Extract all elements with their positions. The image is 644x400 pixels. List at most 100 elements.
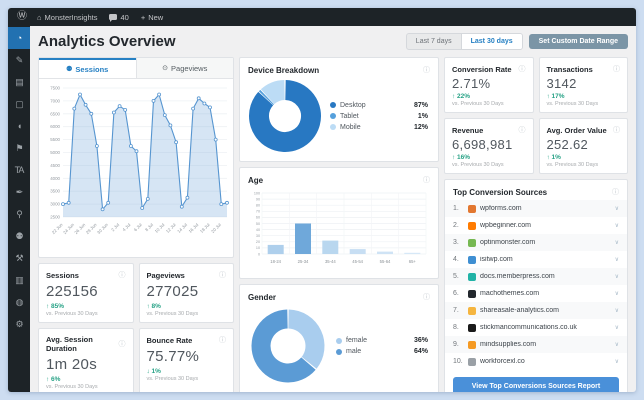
chart-tabs: ⚉ Sessions ⊙ Pageviews	[39, 58, 233, 79]
source-row-wpbeginner.com[interactable]: 2. wpbeginner.com ∨	[445, 217, 627, 234]
stat-note: vs. Previous 30 Days	[146, 311, 199, 317]
chevron-down-icon[interactable]: ∨	[615, 307, 619, 314]
users-icon: ⚉	[15, 230, 23, 241]
view-top-conversion-sources-report-button[interactable]: View Top Conversions Sources Report	[453, 377, 619, 392]
svg-text:6 Jul: 6 Jul	[133, 222, 143, 232]
chevron-down-icon[interactable]: ∨	[615, 222, 619, 229]
info-icon[interactable]: ⓘ	[613, 64, 620, 74]
info-icon[interactable]: ⓘ	[519, 64, 526, 74]
sidebar-item-users[interactable]: ⚉	[8, 225, 30, 247]
info-icon[interactable]: ⓘ	[119, 339, 126, 349]
wordpress-logo-icon[interactable]: Ⓦ	[14, 8, 30, 26]
device-donut-chart	[249, 80, 321, 152]
favicon-icon	[468, 289, 476, 298]
chevron-down-icon[interactable]: ∨	[615, 324, 619, 331]
source-row-docs.memberpress.com[interactable]: 5. docs.memberpress.com ∨	[445, 268, 627, 285]
svg-text:65+: 65+	[409, 259, 417, 264]
info-icon[interactable]: ⓘ	[423, 175, 430, 185]
sidebar-item-analytics[interactable]: ◍	[8, 291, 30, 313]
collapse-icon: ⚙	[15, 318, 23, 329]
source-row-shareasale-analytics.com[interactable]: 7. shareasale-analytics.com ∨	[445, 302, 627, 319]
source-rank: 1.	[453, 205, 459, 212]
info-icon[interactable]: ⓘ	[613, 125, 620, 135]
svg-text:35-44: 35-44	[325, 259, 336, 264]
info-icon[interactable]: ⓘ	[423, 292, 430, 302]
sidebar-item-dashboard[interactable]: ◔	[8, 27, 30, 49]
top-conversion-sources-card: Top Conversion Sources ⓘ 1. wpforms.com ∨ 2…	[444, 179, 628, 392]
info-icon[interactable]: ⓘ	[612, 187, 619, 197]
svg-text:12 Jul: 12 Jul	[165, 222, 177, 234]
chevron-down-icon[interactable]: ∨	[615, 256, 619, 263]
stat-label: Conversion Rate	[452, 64, 512, 74]
plugins-icon: ⚲	[16, 208, 23, 219]
comments-icon: ◖	[16, 121, 23, 131]
chevron-down-icon[interactable]: ∨	[615, 205, 619, 212]
new-menu[interactable]: + New	[136, 8, 168, 26]
legend-dot-icon	[336, 348, 342, 355]
tab-sessions[interactable]: ⚉ Sessions	[39, 58, 136, 78]
sidebar-item-tools[interactable]: ⚒	[8, 247, 30, 269]
stat-card-avg-session-duration: Avg. Session Duration ⓘ 1m 20s ↑ 6% vs. Prev…	[38, 328, 134, 392]
last-7-days-button[interactable]: Last 7 days	[407, 34, 461, 49]
legend-item-mobile: Mobile 12%	[330, 124, 428, 131]
sidebar-item-appearance[interactable]: ✒	[8, 181, 30, 203]
sidebar-item-feedback[interactable]: ⚑	[8, 137, 30, 159]
dashboard-icon: ◔	[16, 33, 23, 43]
sidebar-item-posts-pin[interactable]: ✎	[8, 49, 30, 71]
sidebar-item-media[interactable]: ▤	[8, 71, 30, 93]
source-rank: 3.	[453, 239, 459, 246]
info-icon[interactable]: ⓘ	[423, 65, 430, 75]
svg-text:6000: 6000	[50, 124, 60, 129]
last-30-days-button[interactable]: Last 30 days	[460, 34, 522, 49]
stat-label: Sessions	[46, 270, 79, 280]
sidebar-item-ta-plugin[interactable]: TA	[8, 159, 30, 181]
svg-text:2500: 2500	[50, 215, 60, 220]
stat-value: 75.77%	[146, 348, 200, 365]
svg-text:30 Jun: 30 Jun	[96, 222, 109, 235]
source-list: 1. wpforms.com ∨ 2. wpbeginner.com ∨ 3. optinmo…	[445, 200, 627, 370]
sidebar-item-plugins[interactable]: ⚲	[8, 203, 30, 225]
stat-value: 2.71%	[452, 76, 491, 91]
site-menu[interactable]: ⌂ MonsterInsights	[32, 8, 102, 26]
sessions-chart-card: ⚉ Sessions ⊙ Pageviews 2500 3000 3500 4000 4…	[38, 57, 234, 258]
new-label: New	[148, 12, 164, 22]
info-icon[interactable]: ⓘ	[219, 270, 226, 280]
up-arrow-icon: ↑	[452, 93, 456, 100]
source-domain: isitwp.com	[480, 256, 513, 263]
info-icon[interactable]: ⓘ	[119, 270, 126, 280]
chevron-down-icon[interactable]: ∨	[615, 358, 619, 365]
chevron-down-icon[interactable]: ∨	[615, 273, 619, 280]
up-arrow-icon: ↑	[46, 303, 50, 310]
sidebar-item-pages[interactable]: ▢	[8, 93, 30, 115]
set-custom-date-range-button[interactable]: Set Custom Date Range	[528, 34, 628, 49]
chevron-down-icon[interactable]: ∨	[615, 239, 619, 246]
info-icon[interactable]: ⓘ	[219, 335, 226, 345]
source-row-optinmonster.com[interactable]: 3. optinmonster.com ∨	[445, 234, 627, 251]
source-row-wpforms.com[interactable]: 1. wpforms.com ∨	[445, 200, 627, 217]
sidebar-item-settings[interactable]: ▥	[8, 269, 30, 291]
sidebar-item-comments[interactable]: ◖	[8, 115, 30, 137]
source-row-stickmancommunications.co.uk[interactable]: 8. stickmancommunications.co.uk ∨	[445, 319, 627, 336]
source-row-workforcexl.co[interactable]: 10. workforcexl.co ∨	[445, 353, 627, 370]
chevron-down-icon[interactable]: ∨	[615, 341, 619, 348]
tab-pageviews[interactable]: ⊙ Pageviews	[135, 58, 233, 78]
svg-text:70: 70	[256, 210, 260, 214]
legend-item-tablet: Tablet 1%	[330, 113, 428, 120]
home-icon: ⌂	[37, 12, 42, 22]
source-row-machothemes.com[interactable]: 6. machothemes.com ∨	[445, 285, 627, 302]
gender-legend: female 36% male 64%	[336, 337, 428, 355]
svg-text:18-24: 18-24	[270, 259, 281, 264]
info-icon[interactable]: ⓘ	[519, 125, 526, 135]
source-row-mindsupplies.com[interactable]: 9. mindsupplies.com ∨	[445, 336, 627, 353]
stat-card-conversion-rate: Conversion Rate ⓘ 2.71% ↑ 22% vs. Previous 3…	[444, 57, 534, 113]
top-conversion-sources-title: Top Conversion Sources	[453, 187, 548, 197]
svg-text:25-34: 25-34	[298, 259, 309, 264]
comments-menu[interactable]: 40	[104, 8, 133, 26]
eye-icon: ⊙	[162, 65, 169, 72]
device-legend: Desktop 87% Tablet 1% Mobile 12%	[330, 102, 428, 131]
stat-label: Transactions	[546, 64, 593, 74]
main-content: Analytics Overview Last 7 days Last 30 d…	[30, 26, 636, 392]
sidebar-item-collapse[interactable]: ⚙	[8, 313, 30, 335]
chevron-down-icon[interactable]: ∨	[615, 290, 619, 297]
source-row-isitwp.com[interactable]: 4. isitwp.com ∨	[445, 251, 627, 268]
